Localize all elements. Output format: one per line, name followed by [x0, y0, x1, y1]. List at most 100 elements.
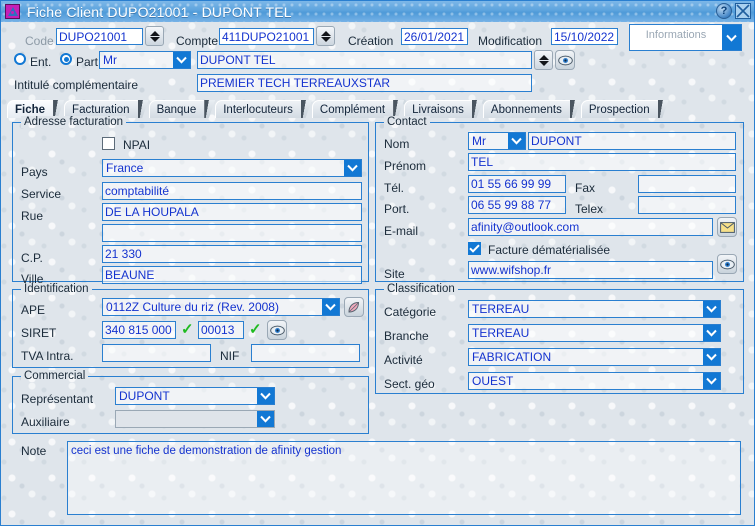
pays-select[interactable]: France	[102, 159, 362, 177]
contact-prenom-input[interactable]: TEL	[468, 153, 736, 171]
contact-fax-input[interactable]	[638, 175, 736, 193]
nom-client-spinner[interactable]	[534, 50, 553, 70]
commercial-title: Commercial	[21, 370, 88, 382]
chevron-down-icon[interactable]	[703, 373, 720, 389]
branche-select[interactable]: TERREAU	[468, 324, 721, 342]
civilite-value: Mr	[103, 53, 117, 67]
note-label: Note	[21, 444, 47, 458]
rue2-input[interactable]	[102, 224, 362, 242]
contact-port-input[interactable]: 06 55 99 88 77	[468, 196, 566, 214]
contact-tel-input[interactable]: 01 55 66 99 99	[468, 175, 566, 193]
ape-label: APE	[21, 303, 46, 317]
auxiliaire-label: Auxiliaire	[21, 415, 70, 429]
contact-nom-input[interactable]: DUPONT	[528, 132, 736, 150]
representant-select[interactable]: DUPONT	[115, 387, 275, 405]
contact-civilite-value: Mr	[472, 134, 486, 148]
tab-complement-label: Complément	[319, 103, 386, 116]
modification-date: 15/10/2022	[551, 28, 618, 45]
identification-title: Identification	[21, 283, 92, 295]
contact-title: Contact	[384, 116, 430, 128]
help-button[interactable]: ?	[716, 3, 732, 19]
tab-interlocuteurs-label: Interlocuteurs	[223, 103, 293, 116]
tab-bar: Fiche Facturation Banque Interlocuteurs …	[7, 98, 752, 118]
chevron-down-icon[interactable]	[703, 325, 720, 341]
siret-eye-icon[interactable]	[267, 320, 287, 340]
titlebar-buttons: ?	[716, 3, 751, 19]
tva-intra-input[interactable]	[102, 344, 211, 362]
pays-label: Pays	[21, 165, 48, 179]
creation-label: Création	[348, 34, 394, 48]
ville-input[interactable]: BEAUNE	[102, 266, 362, 284]
tab-facturation-label: Facturation	[72, 103, 130, 116]
intitule-input[interactable]: PREMIER TECH TERREAUXSTAR	[197, 74, 532, 92]
nom-client-input[interactable]: DUPONT TEL	[197, 51, 532, 69]
categorie-value: TERREAU	[472, 302, 530, 316]
contact-nom-label: Nom	[384, 137, 410, 151]
civilite-select[interactable]: Mr	[99, 51, 191, 69]
chevron-down-icon[interactable]	[173, 52, 190, 68]
tab-fiche-label: Fiche	[15, 103, 46, 116]
tab-interlocuteurs[interactable]: Interlocuteurs	[215, 100, 302, 118]
radio-entreprise-label: Ent.	[30, 55, 52, 69]
cp-input[interactable]: 21 330	[102, 245, 362, 263]
siret-suffix-input[interactable]: 00013	[198, 321, 244, 339]
contact-telex-label: Telex	[575, 202, 604, 216]
siret-input[interactable]: 340 815 000	[102, 321, 176, 339]
close-icon[interactable]	[735, 3, 751, 19]
contact-port-label: Port.	[384, 202, 410, 216]
tab-prospection[interactable]: Prospection	[580, 100, 659, 118]
contact-fax-label: Fax	[575, 181, 596, 195]
chevron-down-icon[interactable]	[703, 349, 720, 365]
categorie-label: Catégorie	[384, 305, 437, 319]
activite-select[interactable]: FABRICATION	[468, 348, 721, 366]
categorie-select[interactable]: TERREAU	[468, 300, 721, 318]
note-textarea[interactable]: ceci est une fiche de demonstration de a…	[67, 441, 741, 515]
code-label: Code	[25, 34, 54, 48]
sect-geo-select[interactable]: OUEST	[468, 372, 721, 390]
service-input[interactable]: comptabilité	[102, 182, 362, 200]
chevron-down-icon[interactable]	[257, 411, 274, 427]
nom-client-eye-icon[interactable]	[555, 50, 575, 70]
ape-select[interactable]: 0112Z Culture du riz (Rev. 2008)	[102, 298, 340, 316]
chevron-down-icon[interactable]	[508, 133, 525, 149]
contact-telex-input[interactable]	[638, 196, 736, 214]
contact-email-input[interactable]: afinity@outlook.com	[468, 218, 713, 236]
siret-label: SIRET	[21, 326, 57, 340]
npai-checkbox[interactable]	[102, 137, 115, 150]
activite-value: FABRICATION	[472, 350, 552, 364]
contact-site-input[interactable]: www.wifshop.fr	[468, 261, 713, 279]
contact-civilite-select[interactable]: Mr	[468, 132, 526, 150]
pays-value: France	[106, 161, 144, 175]
site-eye-icon[interactable]	[717, 254, 737, 274]
chevron-down-icon[interactable]	[344, 160, 361, 176]
modification-label: Modification	[478, 34, 543, 48]
compte-spinner[interactable]	[316, 26, 335, 46]
ape-pencil-icon[interactable]	[344, 297, 364, 317]
chevron-down-icon[interactable]	[322, 299, 339, 315]
facture-dematerialisee-checkbox[interactable]	[468, 242, 481, 255]
envelope-icon[interactable]	[717, 217, 737, 237]
tab-complement[interactable]: Complément	[311, 100, 395, 118]
code-input[interactable]: DUPO21001	[56, 28, 143, 45]
chevron-down-icon[interactable]	[257, 388, 274, 404]
tab-prospection-label: Prospection	[588, 103, 650, 116]
tab-abonnements[interactable]: Abonnements	[482, 100, 571, 118]
code-spinner[interactable]	[145, 26, 164, 46]
chevron-down-icon[interactable]	[703, 301, 720, 317]
nif-input[interactable]	[251, 344, 360, 362]
chevron-down-icon[interactable]	[722, 25, 741, 50]
compte-input[interactable]: 411DUPO21001	[219, 28, 314, 45]
radio-particulier[interactable]	[60, 53, 72, 65]
contact-group: Contact Nom Mr DUPONT Prénom TEL Tél. 01…	[375, 116, 744, 282]
radio-entreprise[interactable]	[14, 53, 26, 65]
service-label: Service	[21, 187, 62, 201]
tab-banque[interactable]: Banque	[148, 100, 206, 118]
tab-livraisons-label: Livraisons	[412, 103, 464, 116]
rue-input[interactable]: DE LA HOUPALA	[102, 203, 362, 221]
informations-dropdown[interactable]: Informations	[629, 24, 742, 51]
ape-value: 0112Z Culture du riz (Rev. 2008)	[106, 300, 279, 314]
creation-date: 26/01/2021	[401, 28, 468, 45]
record-header: Code DUPO21001 Compte 411DUPO21001 Créat…	[1, 22, 754, 96]
auxiliaire-select[interactable]	[115, 410, 275, 428]
adresse-facturation-title: Adresse facturation	[21, 116, 126, 128]
